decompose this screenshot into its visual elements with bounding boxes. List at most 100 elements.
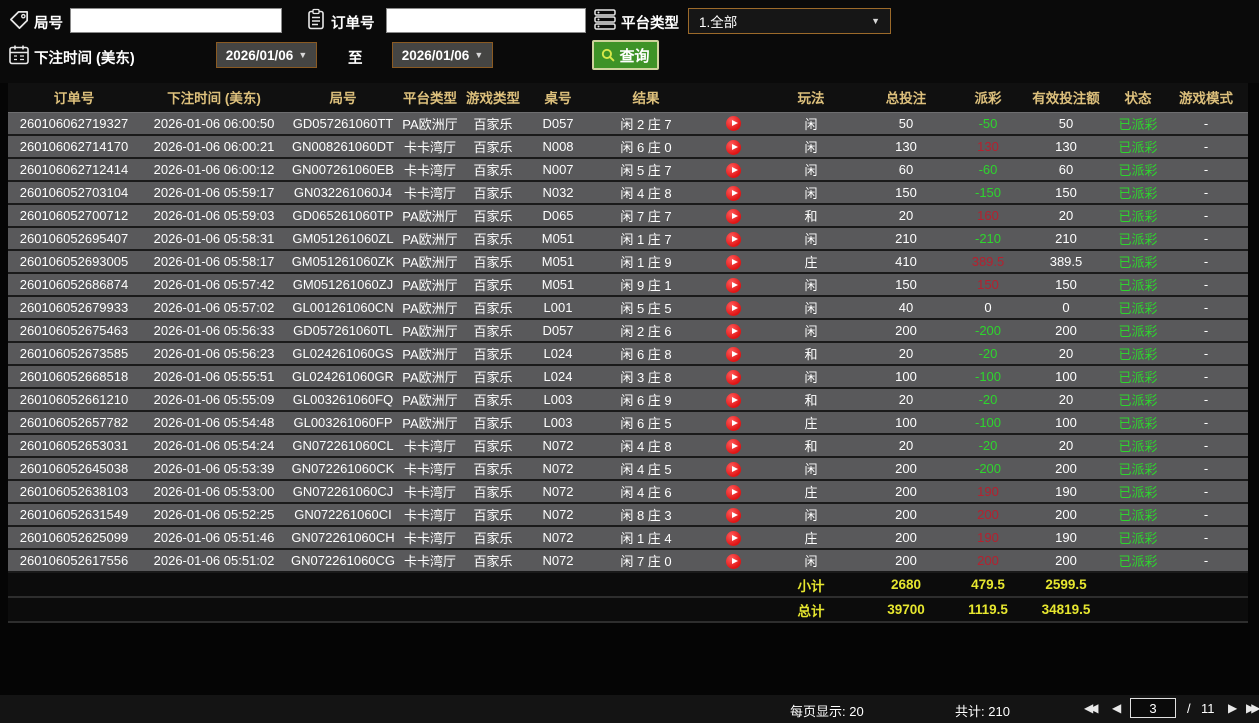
cell-valid-bet: 200 <box>1055 461 1077 476</box>
order-input[interactable] <box>386 8 586 33</box>
cell-result: 闲 6 庄 8 <box>620 347 672 362</box>
play-video-icon[interactable] <box>725 139 741 155</box>
cell-bet-time: 2026-01-06 05:57:42 <box>153 277 275 292</box>
cell-platform: PA欧洲厅 <box>402 393 458 408</box>
play-video-icon[interactable] <box>725 346 741 362</box>
play-video-icon[interactable] <box>725 254 741 270</box>
cell-round-no: GN008261060DT <box>292 139 394 154</box>
cell-status: 已派彩 <box>1118 370 1158 385</box>
cell-video <box>700 549 766 572</box>
platform-select-value: 1.全部 <box>699 15 738 30</box>
page-number-input[interactable] <box>1130 698 1176 718</box>
total-valid-bet: 34819.5 <box>1041 602 1091 617</box>
cell-payout: -200 <box>974 323 1002 338</box>
platform-select[interactable]: 1.全部 ▼ <box>688 8 891 34</box>
cell-valid-bet: 130 <box>1055 139 1077 154</box>
play-video-icon[interactable] <box>725 185 741 201</box>
cell-result: 闲 1 庄 9 <box>620 255 672 270</box>
cell-game-type: 百家乐 <box>473 232 513 247</box>
cell-valid-bet: 150 <box>1055 277 1077 292</box>
cell-video <box>700 227 766 250</box>
play-video-icon[interactable] <box>725 323 741 339</box>
play-video-icon[interactable] <box>725 116 741 132</box>
next-page-button[interactable]: ▶ <box>1228 701 1237 715</box>
cell-status: 已派彩 <box>1118 508 1158 523</box>
cell-order-no: 260106052638103 <box>19 484 129 499</box>
cell-platform: PA欧洲厅 <box>402 209 458 224</box>
first-page-button[interactable]: ◀◀ <box>1084 701 1099 715</box>
cell-order-no: 260106052693005 <box>19 254 129 269</box>
cell-video <box>700 296 766 319</box>
play-video-icon[interactable] <box>725 553 741 569</box>
cell-valid-bet: 200 <box>1055 553 1077 568</box>
cell-valid-bet: 20 <box>1058 208 1074 223</box>
play-video-icon[interactable] <box>725 277 741 293</box>
header-game-mode: 游戏模式 <box>1164 83 1248 112</box>
round-input[interactable] <box>70 8 282 33</box>
play-video-icon[interactable] <box>725 415 741 431</box>
cell-video <box>700 181 766 204</box>
cell-order-no: 260106052625099 <box>19 530 129 545</box>
cell-game-mode: - <box>1203 162 1209 177</box>
cell-game-type: 百家乐 <box>473 140 513 155</box>
cell-total-bet: 150 <box>895 277 917 292</box>
cell-payout: 200 <box>977 553 999 568</box>
search-button[interactable]: 查询 <box>592 40 659 70</box>
date-from-picker[interactable]: 2026/01/06 ▼ <box>216 42 317 68</box>
play-video-icon[interactable] <box>725 461 741 477</box>
play-video-icon[interactable] <box>725 530 741 546</box>
page-separator: / <box>1187 701 1191 716</box>
cell-total-bet: 200 <box>895 484 917 499</box>
cell-video <box>700 411 766 434</box>
total-payout: 1119.5 <box>968 602 1008 617</box>
cell-game-mode: - <box>1203 139 1209 154</box>
date-to-picker[interactable]: 2026/01/06 ▼ <box>392 42 493 68</box>
table-row: 260106052653031 2026-01-06 05:54:24 GN07… <box>8 434 1248 457</box>
table-row: 260106052675463 2026-01-06 05:56:33 GD05… <box>8 319 1248 342</box>
cell-order-no: 260106052661210 <box>19 392 129 407</box>
play-video-icon[interactable] <box>725 369 741 385</box>
cell-order-no: 260106052686874 <box>19 277 129 292</box>
cell-bet-time: 2026-01-06 05:55:09 <box>153 392 275 407</box>
cell-video <box>700 250 766 273</box>
cell-total-bet: 50 <box>898 115 914 131</box>
play-video-icon[interactable] <box>725 438 741 454</box>
play-video-icon[interactable] <box>725 484 741 500</box>
header-video <box>700 83 766 112</box>
table-row: 260106052625099 2026-01-06 05:51:46 GN07… <box>8 526 1248 549</box>
header-bet-time: 下注时间 (美东) <box>140 83 288 112</box>
cell-platform: PA欧洲厅 <box>402 370 458 385</box>
play-video-icon[interactable] <box>725 507 741 523</box>
cell-platform: 卡卡湾厅 <box>403 163 456 178</box>
last-page-button[interactable]: ▶▶ <box>1246 701 1259 715</box>
cell-total-bet: 40 <box>898 300 914 315</box>
cell-status: 已派彩 <box>1118 163 1158 178</box>
play-video-icon[interactable] <box>725 392 741 408</box>
total-total-bet: 39700 <box>887 602 925 617</box>
prev-page-button[interactable]: ◀ <box>1112 701 1121 715</box>
cell-valid-bet: 190 <box>1055 530 1077 545</box>
cell-total-bet: 150 <box>895 185 917 200</box>
cell-game-type: 百家乐 <box>473 439 513 454</box>
cell-bet-time: 2026-01-06 05:51:46 <box>153 530 275 545</box>
cell-game-mode: - <box>1203 507 1209 522</box>
table-row: 260106062714170 2026-01-06 06:00:21 GN00… <box>8 135 1248 158</box>
cell-round-no: GN072261060CL <box>292 438 394 453</box>
cell-valid-bet: 200 <box>1055 507 1077 522</box>
cell-game-mode: - <box>1203 461 1209 476</box>
cell-status: 已派彩 <box>1118 485 1158 500</box>
cell-status: 已派彩 <box>1118 301 1158 316</box>
cell-play: 闲 <box>804 370 818 385</box>
cell-status: 已派彩 <box>1118 554 1158 569</box>
cell-video <box>700 158 766 181</box>
play-video-icon[interactable] <box>725 208 741 224</box>
cell-valid-bet: 150 <box>1055 185 1077 200</box>
table-header-row: 订单号 下注时间 (美东) 局号 平台类型 游戏类型 桌号 结果 玩法 总投注 … <box>8 83 1248 112</box>
play-video-icon[interactable] <box>725 231 741 247</box>
cell-bet-time: 2026-01-06 05:55:51 <box>153 369 275 384</box>
cell-bet-time: 2026-01-06 06:00:21 <box>153 139 275 154</box>
cell-platform: 卡卡湾厅 <box>403 508 456 523</box>
play-video-icon[interactable] <box>725 300 741 316</box>
cell-round-no: GL003261060FQ <box>292 392 394 407</box>
play-video-icon[interactable] <box>725 162 741 178</box>
